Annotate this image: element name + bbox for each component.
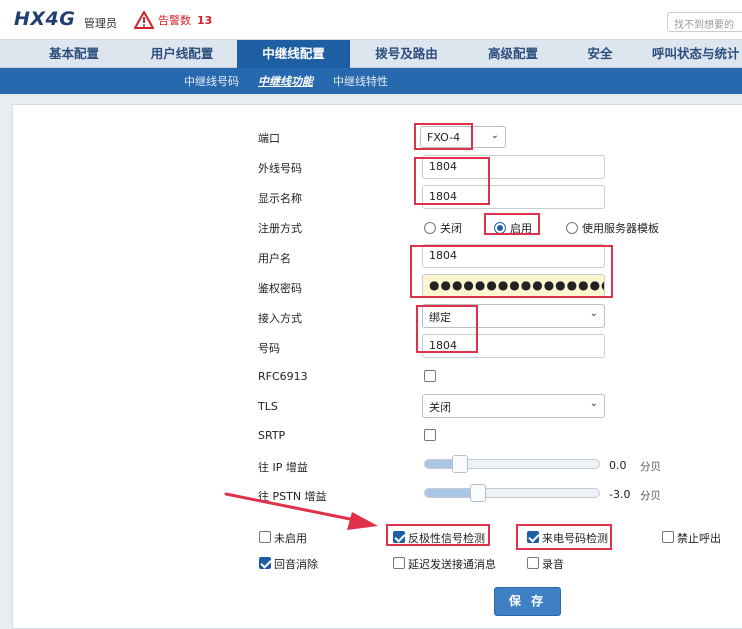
annotation-arrow-icon [224, 492, 378, 530]
